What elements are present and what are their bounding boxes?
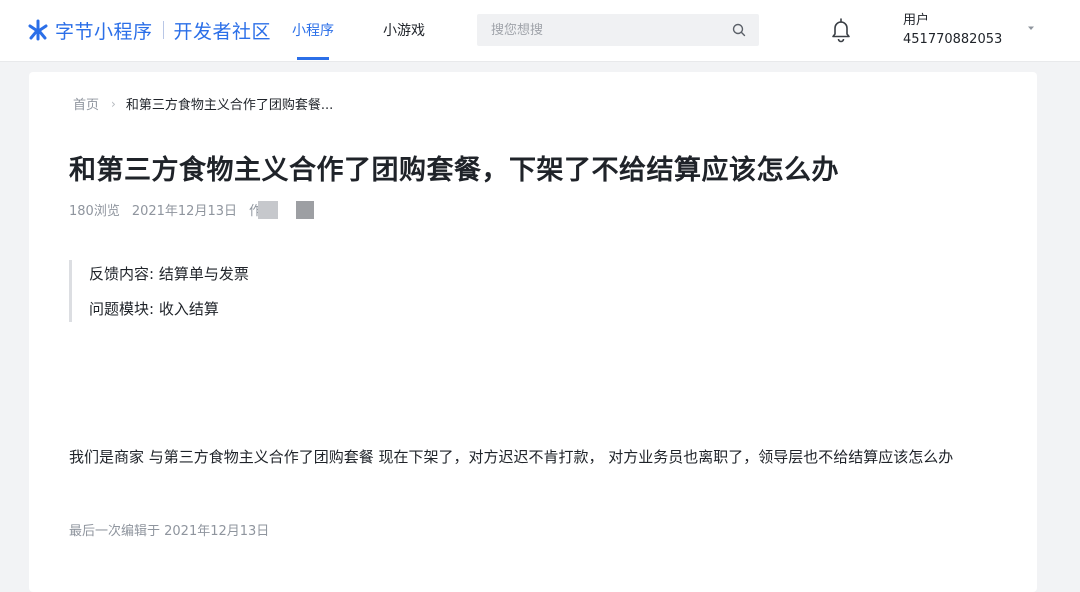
post-title: 和第三方食物主义合作了团购套餐，下架了不给结算应该怎么办 [69, 155, 839, 186]
brand-name: 字节小程序 [55, 20, 153, 43]
user-menu[interactable]: 用户 451770882053 [903, 11, 1002, 49]
breadcrumb-home-link[interactable]: 首页 [73, 94, 99, 113]
post-body: 我们是商家 与第三方食物主义合作了团购套餐 现在下架了，对方迟迟不肯打款， 对方… [69, 448, 954, 466]
active-tab-indicator [297, 57, 329, 60]
bell-icon[interactable] [829, 17, 853, 43]
breadcrumb-separator: › [111, 96, 116, 111]
post-card: 首页 › 和第三方食物主义合作了团购套餐... 和第三方食物主义合作了团购套餐，… [29, 72, 1037, 592]
redacted-author-name [258, 200, 279, 219]
breadcrumb: 首页 › 和第三方食物主义合作了团购套餐... [73, 94, 334, 114]
tab-mini-game[interactable]: 小游戏 [383, 20, 425, 40]
breadcrumb-current: 和第三方食物主义合作了团购套餐... [125, 98, 334, 113]
post-meta: 180浏览 2021年12月13日 作 [69, 200, 315, 219]
user-label: 用户 [903, 13, 930, 28]
tab-mini-program[interactable]: 小程序 [292, 20, 334, 40]
bytedance-logo-icon [28, 19, 48, 41]
view-count: 180浏览 [69, 204, 120, 219]
site-logo[interactable]: 字节小程序 开发者社区 [27, 16, 271, 44]
search-icon[interactable] [731, 22, 747, 38]
brand-subtitle: 开发者社区 [173, 20, 272, 43]
chevron-down-icon[interactable] [1026, 23, 1036, 33]
problem-module: 问题模块: 收入结算 [89, 300, 219, 318]
search-input[interactable] [489, 21, 723, 39]
user-id: 451770882053 [903, 32, 1003, 47]
search-box [477, 14, 759, 46]
redacted-author-avatar [296, 200, 315, 219]
top-navigation-bar: 字节小程序 开发者社区 小程序 小游戏 用户 451770882053 [0, 0, 1080, 62]
post-date: 2021年12月13日 [131, 204, 237, 219]
feedback-content: 反馈内容: 结算单与发票 [89, 265, 249, 283]
logo-divider [162, 21, 164, 39]
last-edited-time: 最后一次编辑于 2021年12月13日 [69, 524, 270, 539]
feedback-info-block: 反馈内容: 结算单与发票 问题模块: 收入结算 [69, 260, 249, 322]
